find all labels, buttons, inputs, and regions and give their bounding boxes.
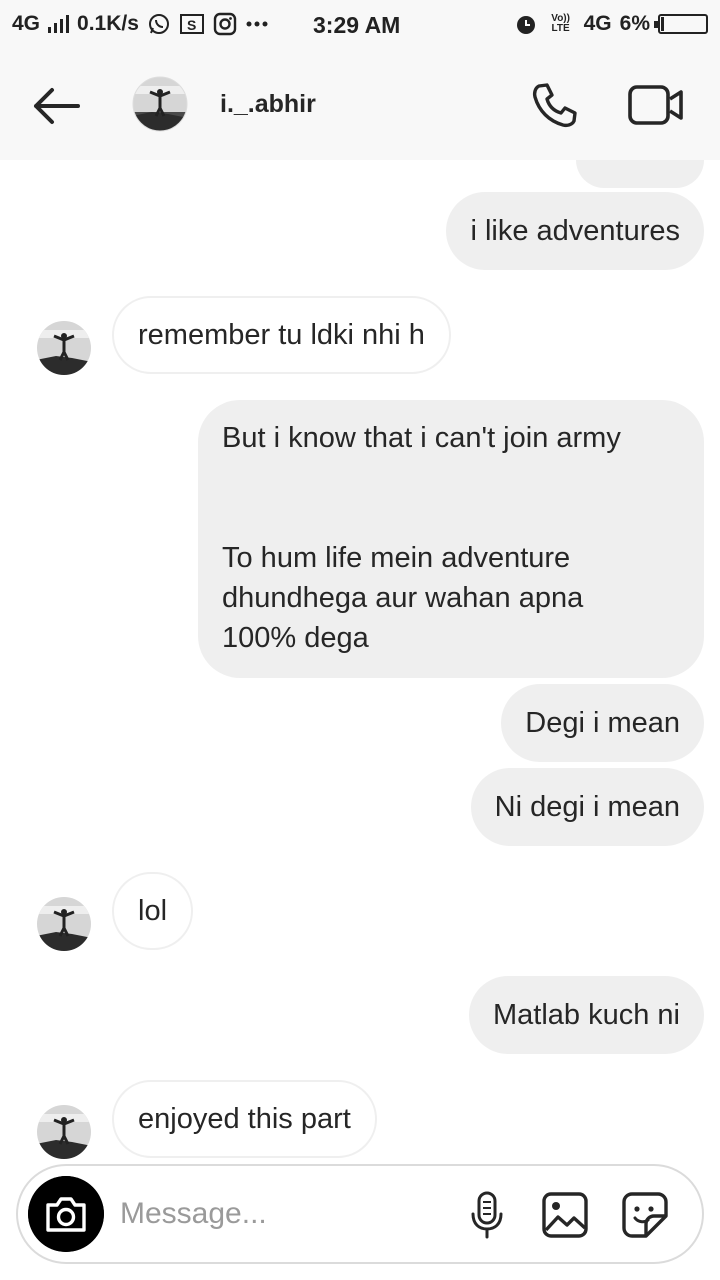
- chat-username[interactable]: i._.abhir: [220, 90, 316, 119]
- message-bubble-outgoing[interactable]: i like adventures: [446, 192, 704, 270]
- message-thread[interactable]: i like adventures remember tu ldki nhi h…: [0, 160, 720, 1165]
- instagram-icon: [213, 12, 237, 36]
- video-camera-icon[interactable]: [628, 84, 684, 126]
- alarm-icon: [516, 16, 535, 34]
- camera-icon[interactable]: [28, 1176, 104, 1252]
- arrow-left-icon[interactable]: [28, 82, 82, 130]
- screenshot-icon: S: [179, 14, 204, 34]
- message-bubble-outgoing[interactable]: Degi i mean: [501, 684, 704, 762]
- message-text: i like adventures: [470, 215, 680, 247]
- whatsapp-icon: [148, 14, 169, 34]
- message-bubble-outgoing[interactable]: Ni degi i mean: [470, 768, 704, 846]
- volte-label: Vo)) LTE: [551, 13, 570, 34]
- battery-icon: [654, 14, 708, 34]
- message-bubble-partial[interactable]: [576, 160, 704, 188]
- message-text-multiline: But i know that i can't join army To hum…: [222, 422, 621, 654]
- microphone-icon[interactable]: [462, 1190, 512, 1240]
- message-text: lol: [138, 895, 168, 927]
- more-notifications-icon: [246, 21, 268, 27]
- avatar[interactable]: [36, 1104, 92, 1160]
- battery-percent: 6%: [619, 12, 650, 35]
- message-text: Ni degi i mean: [494, 791, 680, 823]
- avatar[interactable]: [36, 896, 92, 952]
- message-composer: [16, 1164, 704, 1264]
- message-bubble-incoming[interactable]: remember tu ldki nhi h: [112, 296, 451, 374]
- network-type-right: 4G: [583, 12, 612, 35]
- data-speed: 0.1K/s: [77, 12, 139, 35]
- message-text: Degi i mean: [525, 707, 680, 739]
- message-text: enjoyed this part: [138, 1103, 351, 1135]
- message-bubble-outgoing[interactable]: Matlab kuch ni: [469, 976, 704, 1054]
- network-type: 4G: [12, 12, 41, 35]
- avatar[interactable]: [132, 76, 188, 132]
- message-input[interactable]: [120, 1188, 440, 1240]
- message-bubble-incoming[interactable]: enjoyed this part: [112, 1080, 377, 1158]
- phone-icon[interactable]: [530, 80, 580, 130]
- svg-text:S: S: [187, 17, 196, 33]
- message-bubble-incoming[interactable]: lol: [112, 872, 194, 950]
- avatar[interactable]: [36, 320, 92, 376]
- signal-icon: [48, 15, 70, 33]
- message-bubble-outgoing[interactable]: But i know that i can't join army To hum…: [198, 400, 704, 678]
- clock: 3:29 AM: [313, 12, 401, 38]
- message-text: Matlab kuch ni: [493, 999, 680, 1031]
- image-icon[interactable]: [540, 1190, 590, 1240]
- status-bar: 4G 0.1K/s S 3:29 AM Vo)) LTE 4G 6%: [0, 0, 720, 50]
- chat-header: i._.abhir: [0, 50, 720, 160]
- status-left: 4G 0.1K/s S: [12, 12, 269, 36]
- status-right: Vo)) LTE 4G 6%: [514, 12, 708, 36]
- message-text: remember tu ldki nhi h: [138, 319, 425, 351]
- sticker-icon[interactable]: [620, 1190, 670, 1240]
